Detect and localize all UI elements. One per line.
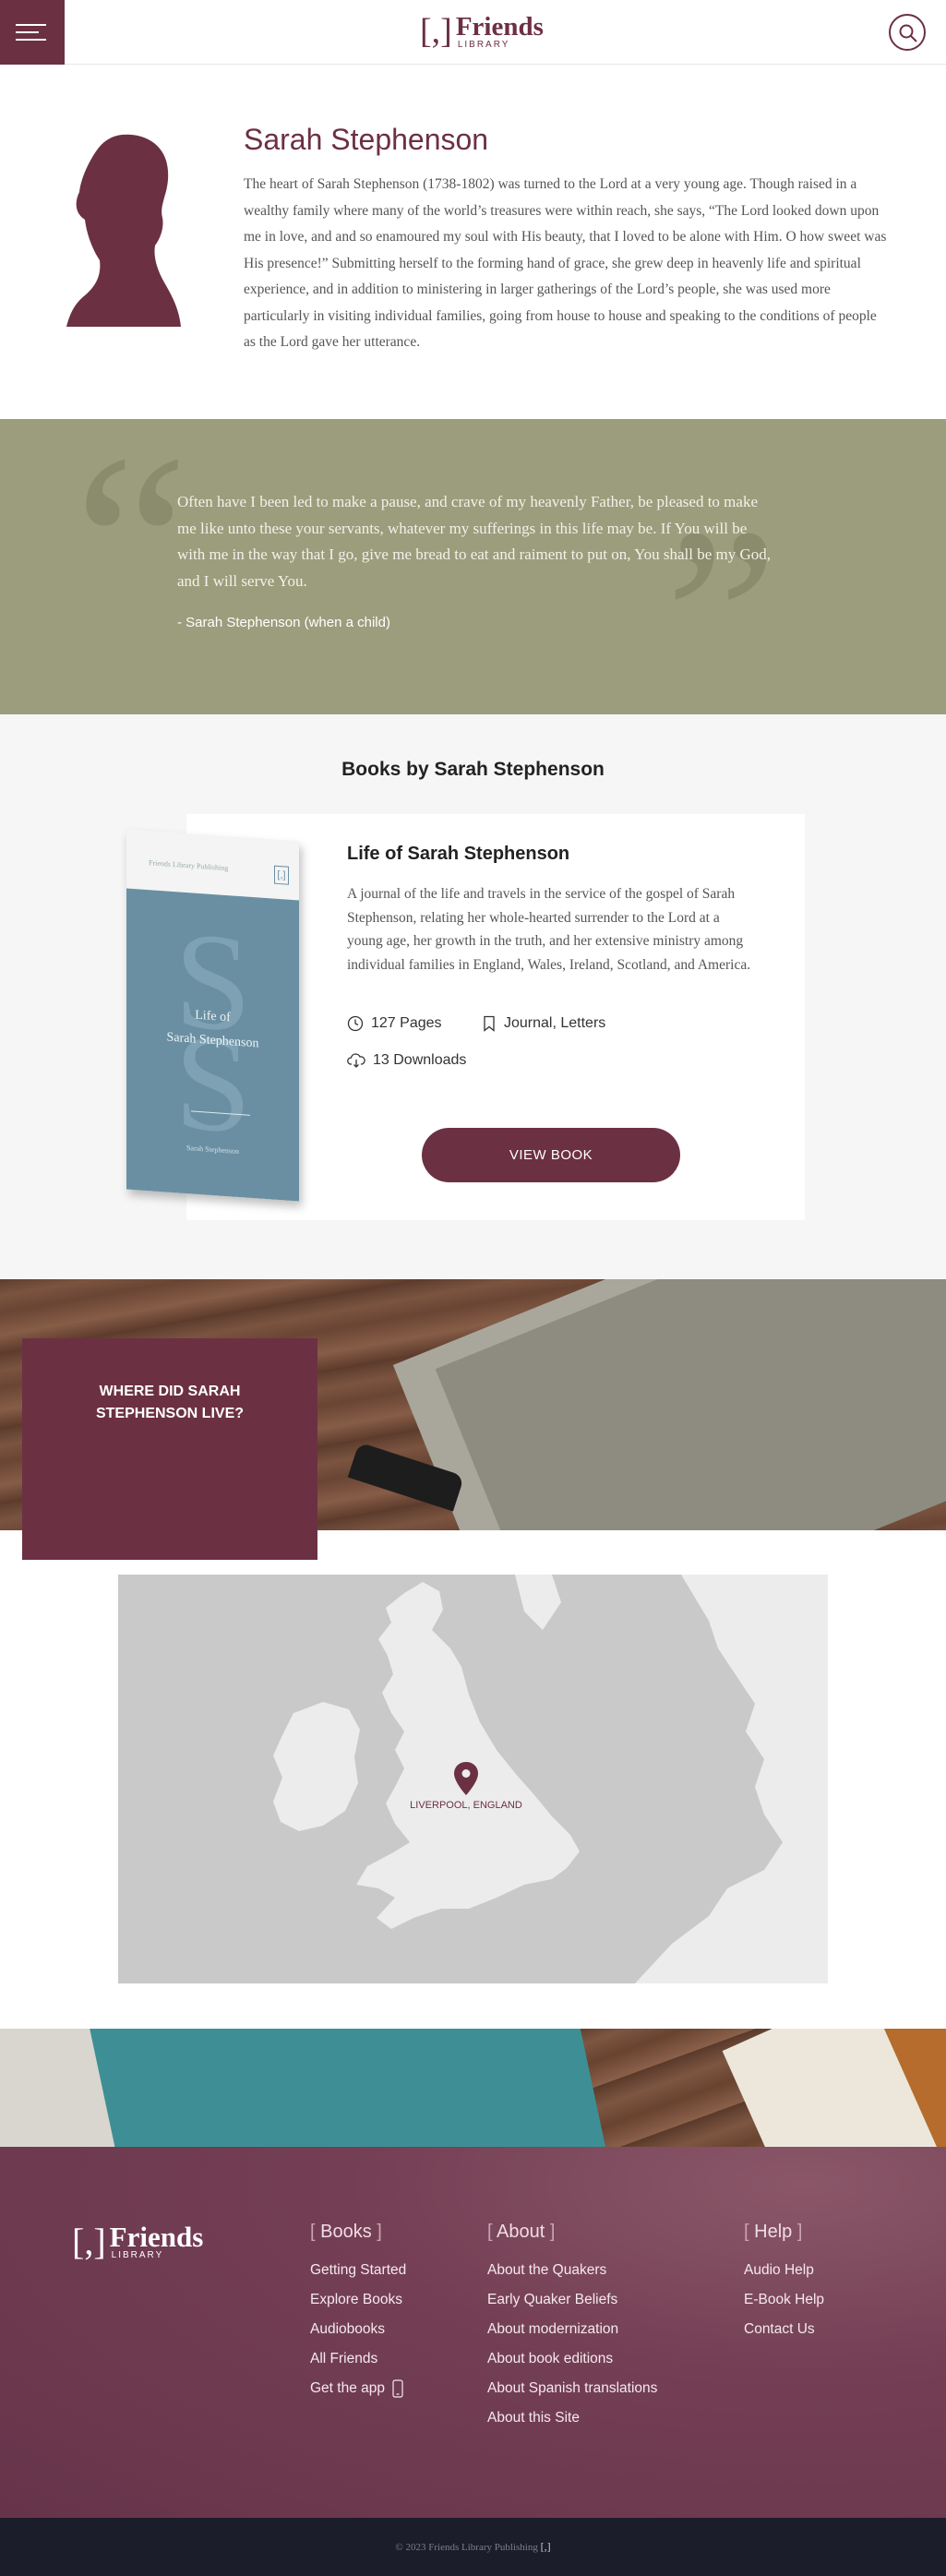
footer-link-audio-help[interactable]: Audio Help: [744, 2256, 824, 2285]
footer-link-about-quakers[interactable]: About the Quakers: [487, 2256, 657, 2285]
book-description: A journal of the life and travels in the…: [347, 886, 751, 973]
footer-link-modernization[interactable]: About modernization: [487, 2315, 657, 2344]
clock-icon: [347, 1015, 364, 1032]
book-cover[interactable]: Friends Library Publishing [,] S S Life …: [126, 829, 299, 1202]
search-icon[interactable]: [889, 14, 926, 51]
books-section-title: Books by Sarah Stephenson: [341, 759, 605, 780]
footer-link-book-editions[interactable]: About book editions: [487, 2344, 657, 2374]
footer-heading-books: [ Books ]: [310, 2222, 382, 2242]
logo-sub: LIBRARY: [457, 39, 510, 50]
author-silhouette-icon: [66, 134, 181, 327]
open-quote-icon: “: [74, 401, 189, 688]
footer-column-books: [ Books ] Getting Started Explore Books …: [310, 2222, 406, 2403]
books-photo-band: [0, 2029, 946, 2147]
footer-link-getting-started[interactable]: Getting Started: [310, 2256, 406, 2285]
footer-logo-sub: LIBRARY: [111, 2250, 164, 2260]
view-book-button[interactable]: VIEW BOOK: [422, 1128, 680, 1182]
footer-link-early-beliefs[interactable]: Early Quaker Beliefs: [487, 2285, 657, 2315]
footer-link-contact-us[interactable]: Contact Us: [744, 2315, 824, 2344]
footer-logo-bracket: [,]: [72, 2220, 106, 2262]
copyright-logo-icon: [,]: [540, 2540, 551, 2553]
footer-link-all-friends[interactable]: All Friends: [310, 2344, 406, 2374]
footer-link-about-site[interactable]: About this Site: [487, 2403, 657, 2433]
footer-link-explore-books[interactable]: Explore Books: [310, 2285, 406, 2315]
footer-link-ebook-help[interactable]: E-Book Help: [744, 2285, 824, 2315]
logo-word: Friends: [455, 11, 544, 42]
book-tags: Journal, Letters: [482, 1015, 605, 1032]
quote-attribution: - Sarah Stephenson (when a child): [177, 615, 390, 630]
author-bio: The heart of Sarah Stephenson (1738-1802…: [244, 176, 887, 350]
map-pin-icon[interactable]: [453, 1761, 479, 1796]
book-title[interactable]: Life of Sarah Stephenson: [347, 844, 569, 865]
book-pages: 127 Pages: [347, 1015, 442, 1032]
footer-link-get-the-app[interactable]: Get the app: [310, 2374, 406, 2403]
footer-link-audiobooks[interactable]: Audiobooks: [310, 2315, 406, 2344]
cloud-download-icon: [347, 1053, 365, 1068]
quote-text: Often have I been led to make a pause, a…: [177, 493, 772, 590]
footer-heading-help: [ Help ]: [744, 2222, 803, 2242]
logo-bracket: [,]: [420, 12, 452, 51]
footer-link-spanish-translations[interactable]: About Spanish translations: [487, 2374, 657, 2403]
residence-heading: WHERE DID SARAH STEPHENSON LIVE?: [95, 1384, 245, 1421]
copyright-text: © 2023 Friends Library Publishing [,]: [395, 2540, 551, 2553]
residence-heading-box: [22, 1338, 317, 1560]
footer-column-about: [ About ] About the Quakers Early Quaker…: [487, 2222, 657, 2433]
site-logo[interactable]: [,] Friends LIBRARY: [420, 9, 544, 54]
book-downloads: 13 Downloads: [347, 1052, 466, 1069]
cover-title: Life of Sarah Stephenson: [166, 1008, 259, 1051]
footer-logo[interactable]: [,] Friends LIBRARY: [72, 2223, 203, 2260]
top-nav-bar: [,] Friends LIBRARY: [0, 0, 946, 65]
footer-column-help: [ Help ] Audio Help E-Book Help Contact …: [744, 2222, 824, 2344]
map-pin-label: LIVERPOOL, ENGLAND: [410, 1800, 522, 1811]
footer-heading-about: [ About ]: [487, 2222, 556, 2242]
bookmark-icon: [484, 1015, 495, 1032]
author-name: Sarah Stephenson: [244, 123, 489, 156]
cover-logo-icon: [,]: [274, 865, 289, 885]
phone-icon: [392, 2379, 403, 2398]
footer-logo-word: Friends: [109, 2221, 204, 2253]
hamburger-menu-icon[interactable]: [0, 0, 65, 65]
